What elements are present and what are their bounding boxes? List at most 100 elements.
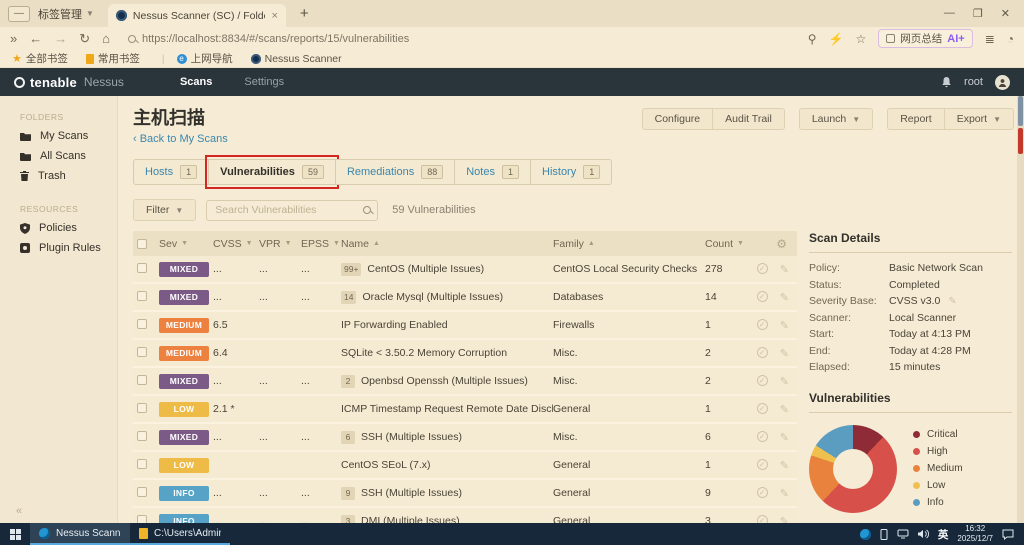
search-vulnerabilities-input[interactable]: [206, 200, 378, 221]
window-maximize-button[interactable]: ❐: [973, 7, 983, 20]
edit-icon[interactable]: ✎: [780, 347, 789, 360]
theme-toggle-icon[interactable]: ◔: [1007, 32, 1014, 46]
network-icon[interactable]: [897, 529, 909, 539]
bookmark-all[interactable]: ★全部书签: [12, 51, 68, 66]
back-button[interactable]: ←: [29, 32, 42, 45]
vulnerability-name[interactable]: IP Forwarding Enabled: [341, 319, 448, 331]
refresh-button[interactable]: ↻: [79, 32, 90, 45]
configure-button[interactable]: Configure: [642, 108, 714, 130]
edit-icon[interactable]: ✎: [780, 431, 789, 444]
table-row[interactable]: MEDIUM 6.5 IP Forwarding Enabled Firewal…: [133, 312, 797, 340]
tenable-logo[interactable]: tenable Nessus: [14, 75, 124, 90]
sidebar-item-plugin-rules[interactable]: Plugin Rules: [0, 238, 117, 258]
table-row[interactable]: LOW 2.1 * ICMP Timestamp Request Remote …: [133, 396, 797, 424]
launch-button[interactable]: Launch▼: [799, 108, 873, 130]
table-row[interactable]: MIXED ... ... ... 6SSH (Multiple Issues)…: [133, 424, 797, 452]
browser-tab[interactable]: Nessus Scanner (SC) / Folde ×: [108, 4, 286, 27]
tab-history[interactable]: History1: [530, 159, 612, 185]
edit-icon[interactable]: ✎: [780, 515, 789, 524]
forward-button[interactable]: →: [54, 32, 67, 45]
tab-vulnerabilities[interactable]: Vulnerabilities59: [208, 159, 336, 185]
vulnerability-name[interactable]: Oracle Mysql (Multiple Issues): [362, 291, 503, 303]
edit-icon[interactable]: ✎: [780, 459, 789, 472]
home-button[interactable]: ⌂: [102, 32, 110, 45]
select-all-checkbox[interactable]: [137, 239, 147, 249]
bookmark-frequent[interactable]: 常用书签: [86, 51, 140, 66]
vulnerability-name[interactable]: SQLite < 3.50.2 Memory Corruption: [341, 347, 507, 359]
overflow-chevrons-icon[interactable]: »: [10, 32, 17, 45]
row-checkbox[interactable]: [137, 319, 147, 329]
table-row[interactable]: MEDIUM 6.4 SQLite < 3.50.2 Memory Corrup…: [133, 340, 797, 368]
edit-icon[interactable]: ✎: [780, 319, 789, 332]
vulnerability-name[interactable]: ICMP Timestamp Request Remote Date Discl…: [341, 403, 553, 415]
col-epss[interactable]: EPSS▼: [301, 238, 341, 250]
vulnerability-name[interactable]: CentOS SEoL (7.x): [341, 459, 430, 471]
table-row[interactable]: INFO ... ... ... 9SSH (Multiple Issues) …: [133, 480, 797, 508]
lightning-icon[interactable]: ⚡: [829, 32, 844, 46]
row-checkbox[interactable]: [137, 487, 147, 497]
bookmark-star-icon[interactable]: ☆: [855, 32, 866, 46]
accept-risk-icon[interactable]: ✓: [757, 375, 768, 386]
sidebar-item-my-scans[interactable]: My Scans: [0, 126, 117, 146]
vulnerability-name[interactable]: DMI (Multiple Issues): [361, 515, 460, 523]
accept-risk-icon[interactable]: ✓: [757, 459, 768, 470]
address-bar[interactable]: https://localhost:8834/#/scans/reports/1…: [122, 33, 796, 45]
nav-settings[interactable]: Settings: [228, 68, 300, 96]
row-checkbox[interactable]: [137, 263, 147, 273]
ime-language-indicator[interactable]: 英: [938, 527, 949, 542]
accept-risk-icon[interactable]: ✓: [757, 515, 768, 524]
export-button[interactable]: Export▼: [944, 108, 1014, 130]
filter-button[interactable]: Filter▼: [133, 199, 196, 221]
tab-notes[interactable]: Notes1: [454, 159, 531, 185]
col-vpr[interactable]: VPR▼: [259, 238, 301, 250]
table-row[interactable]: INFO ... ... ... 3DMI (Multiple Issues) …: [133, 508, 797, 523]
phone-icon[interactable]: [880, 529, 888, 540]
table-row[interactable]: MIXED ... ... ... 2Openbsd Openssh (Mult…: [133, 368, 797, 396]
row-checkbox[interactable]: [137, 347, 147, 357]
sidebar-item-trash[interactable]: Trash: [0, 166, 117, 186]
col-count[interactable]: Count▼: [705, 238, 751, 250]
browser-menu-icon[interactable]: —: [8, 6, 30, 22]
col-sev[interactable]: Sev▼: [159, 238, 213, 250]
accept-risk-icon[interactable]: ✓: [757, 431, 768, 442]
edit-icon[interactable]: ✎: [780, 291, 789, 304]
edit-icon[interactable]: ✎: [780, 487, 789, 500]
col-name[interactable]: Name▲: [341, 238, 553, 250]
edit-icon[interactable]: ✎: [780, 375, 789, 388]
sidebar-item-all-scans[interactable]: All Scans: [0, 146, 117, 166]
vulnerability-name[interactable]: CentOS (Multiple Issues): [367, 263, 484, 275]
accept-risk-icon[interactable]: ✓: [757, 319, 768, 330]
tab-remediations[interactable]: Remediations88: [335, 159, 455, 185]
edit-icon[interactable]: ✎: [948, 296, 956, 307]
row-checkbox[interactable]: [137, 375, 147, 385]
bookmark-webnav[interactable]: e上网导航: [177, 51, 233, 66]
accept-risk-icon[interactable]: ✓: [757, 403, 768, 414]
window-minimize-button[interactable]: —: [944, 7, 955, 20]
sidebar-item-policies[interactable]: Policies: [0, 218, 117, 238]
bookmark-nessus[interactable]: Nessus Scanner: [251, 53, 342, 65]
edit-icon[interactable]: ✎: [780, 403, 789, 416]
avatar[interactable]: [995, 75, 1010, 90]
accept-risk-icon[interactable]: ✓: [757, 347, 768, 358]
scrollbar-thumb[interactable]: [1018, 96, 1023, 126]
tab-hosts[interactable]: Hosts1: [133, 159, 209, 185]
tray-browser-icon[interactable]: [860, 529, 871, 540]
table-row[interactable]: LOW CentOS SEoL (7.x) General 1 ✓✎: [133, 452, 797, 480]
window-close-button[interactable]: ✕: [1001, 7, 1010, 20]
reading-list-icon[interactable]: ≣: [985, 32, 995, 46]
taskbar-app-explorer[interactable]: C:\Users\Adminis...: [130, 523, 230, 545]
password-key-icon[interactable]: ⚲: [808, 32, 817, 46]
report-button[interactable]: Report: [887, 108, 945, 130]
notification-icon[interactable]: [1002, 529, 1014, 540]
edit-icon[interactable]: ✎: [780, 263, 789, 276]
bell-icon[interactable]: [941, 76, 952, 88]
page-scrollbar[interactable]: [1017, 96, 1024, 523]
col-cvss[interactable]: CVSS▼: [213, 238, 259, 250]
audit-trail-button[interactable]: Audit Trail: [712, 108, 785, 130]
speaker-icon[interactable]: [918, 529, 929, 539]
vulnerability-name[interactable]: Openbsd Openssh (Multiple Issues): [361, 375, 528, 387]
sidebar-collapse-button[interactable]: «: [16, 505, 22, 517]
new-tab-button[interactable]: +: [300, 5, 309, 22]
taskbar-app-nessus[interactable]: Nessus Scanner (...: [30, 523, 130, 545]
accept-risk-icon[interactable]: ✓: [757, 263, 768, 274]
